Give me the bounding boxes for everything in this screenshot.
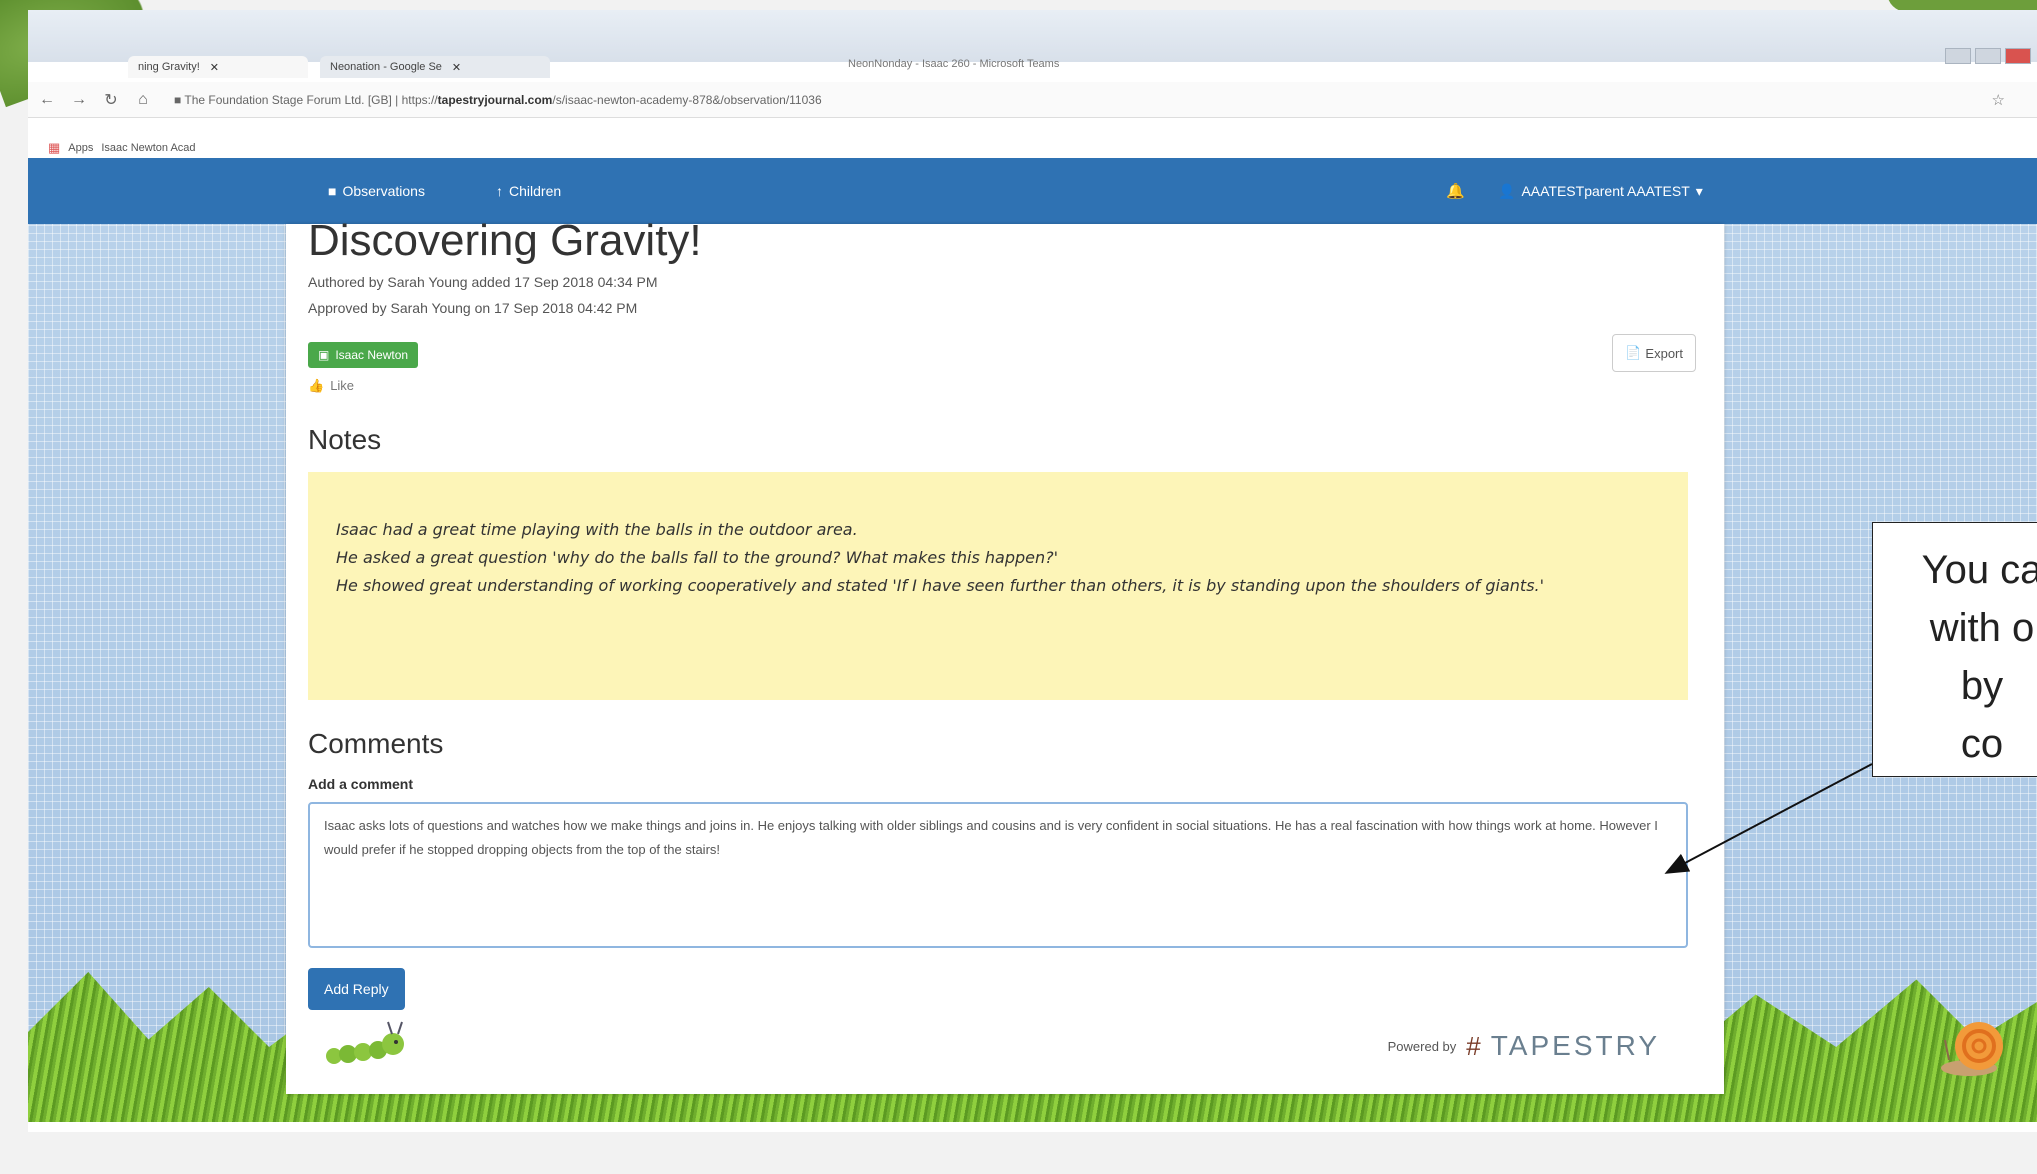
observation-panel: Discovering Gravity! Authored by Sarah Y… (286, 216, 1724, 1094)
comment-textarea[interactable]: Isaac asks lots of questions and watches… (308, 802, 1688, 948)
nav-observations-label: Observations (342, 183, 425, 199)
observation-title: Discovering Gravity! (308, 216, 702, 265)
snail-illustration (1941, 1022, 2003, 1076)
export-label: Export (1645, 345, 1683, 361)
bookmark-star-icon[interactable]: ☆ (1992, 91, 2005, 109)
document-icon: 📄 (1625, 345, 1642, 360)
url-field[interactable]: ■ The Foundation Stage Forum Ltd. [GB] |… (174, 93, 822, 107)
app-navbar: ■ Observations ↑ Children 🔔 👤 AAATESTpar… (28, 158, 2037, 224)
child-tag[interactable]: ▣ Isaac Newton (308, 342, 419, 368)
tab-google-search[interactable]: Neonation - Google Se ✕ (320, 56, 550, 78)
url-domain: tapestryjournal.com (437, 92, 553, 107)
bookmarks-bar: ▦ Apps Isaac Newton Acad (28, 136, 196, 160)
bookmark-isaac-newton[interactable]: Isaac Newton Acad (101, 142, 195, 154)
powered-by: Powered by # TAPESTRY (1388, 1030, 1660, 1062)
window-title: NeonNonday - Isaac 260 - Microsoft Teams (848, 58, 1060, 70)
address-bar: ← → ↻ ⌂ ■ The Foundation Stage Forum Ltd… (28, 82, 2037, 118)
tutorial-callout: You ca with o by co (1872, 522, 2037, 777)
comments-heading: Comments (308, 728, 444, 759)
callout-line: co (1960, 722, 2004, 766)
notes-line: He asked a great question 'why do the ba… (336, 548, 1059, 567)
user-menu[interactable]: 👤 AAATESTparent AAATEST ▾ (1498, 183, 1703, 200)
thumbs-up-icon: 👍 (308, 378, 325, 393)
powered-by-label: Powered by (1387, 1038, 1457, 1054)
notes-line: Isaac had a great time playing with the … (336, 520, 858, 539)
forward-arrow-icon[interactable]: → (66, 91, 92, 109)
add-comment-label: Add a comment (308, 776, 414, 792)
nav-observations[interactable]: ■ Observations (328, 183, 425, 199)
callout-line: by (1960, 664, 2004, 708)
chevron-down-icon: ▾ (1695, 182, 1703, 199)
bell-icon[interactable]: 🔔 (1446, 182, 1465, 200)
close-icon[interactable]: ✕ (452, 61, 461, 74)
authored-by: Authored by Sarah Young added 17 Sep 201… (308, 274, 658, 290)
tab-label: Neonation - Google Se (330, 61, 442, 73)
user-name: AAATESTparent AAATEST (1521, 183, 1690, 199)
list-icon: ■ (328, 183, 337, 199)
export-button[interactable]: 📄 Export (1612, 334, 1696, 372)
add-reply-button[interactable]: Add Reply (308, 968, 405, 1010)
reload-icon[interactable]: ↻ (98, 90, 124, 110)
nav-children-label: Children (509, 183, 562, 199)
back-arrow-icon[interactable]: ← (34, 91, 60, 109)
nav-children[interactable]: ↑ Children (496, 183, 561, 199)
notes-line: He showed great understanding of working… (336, 576, 1545, 595)
window-controls (1945, 48, 2031, 64)
caterpillar-illustration (326, 1021, 404, 1064)
like-label: Like (330, 378, 355, 393)
maximize-button[interactable] (1975, 48, 2001, 64)
bookmark-apps[interactable]: Apps (68, 142, 93, 154)
url-path: /s/isaac-newton-academy-878&/observation… (552, 92, 822, 107)
tab-bar: ning Gravity! ✕ Neonation - Google Se ✕ … (28, 10, 2037, 78)
tab-label: ning Gravity! (138, 61, 200, 73)
tab-discovering-gravity[interactable]: ning Gravity! ✕ (128, 56, 308, 78)
notes-box: Isaac had a great time playing with the … (308, 472, 1688, 700)
approved-by: Approved by Sarah Young on 17 Sep 2018 0… (308, 300, 638, 316)
minimize-button[interactable] (1945, 48, 1971, 64)
close-icon[interactable]: ✕ (210, 61, 219, 74)
child-tag-label: Isaac Newton (335, 348, 409, 362)
url-prefix: https:// (401, 92, 438, 107)
user-icon: 👤 (1498, 182, 1516, 199)
like-button[interactable]: 👍 Like (308, 378, 354, 394)
callout-line: with o (1929, 606, 2035, 650)
url-site: The Foundation Stage Forum Ltd. [GB] (184, 92, 392, 107)
home-icon[interactable]: ⌂ (130, 91, 156, 109)
apps-grid-icon[interactable]: ▦ (48, 140, 60, 156)
child-photo-icon: ▣ (318, 348, 330, 362)
screenshot-stage: ning Gravity! ✕ Neonation - Google Se ✕ … (0, 0, 2037, 1174)
callout-line: You ca (1921, 548, 2037, 592)
child-icon: ↑ (496, 183, 503, 199)
tapestry-brand: TAPESTRY (1490, 1030, 1660, 1061)
lock-icon: ■ (174, 92, 182, 107)
close-window-button[interactable] (2005, 48, 2031, 64)
tapestry-logo-icon: # (1466, 1030, 1481, 1061)
notes-heading: Notes (308, 424, 382, 455)
